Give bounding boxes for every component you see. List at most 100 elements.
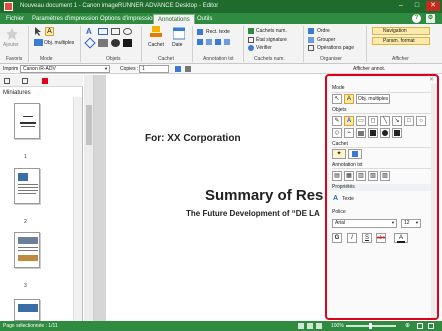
cachets-num-button[interactable]: Cachets num. <box>256 28 287 34</box>
navigation-button[interactable]: Navigation <box>372 27 430 35</box>
fit-page-icon[interactable] <box>417 323 423 329</box>
panel-textbox-icon[interactable]: ▭ <box>356 116 366 126</box>
view-double-icon[interactable] <box>307 323 313 329</box>
ellipse-filled-icon[interactable] <box>111 39 120 47</box>
panel-line-icon[interactable]: ╲ <box>380 116 390 126</box>
panel-annot-icon-4[interactable]: ▧ <box>368 171 378 181</box>
date-stamp-icon[interactable] <box>173 26 185 40</box>
zoom-in-icon[interactable]: ⊕ <box>405 322 410 329</box>
zoom-slider-knob[interactable] <box>369 323 372 329</box>
font-size-select[interactable]: 12 ▼ <box>401 219 421 228</box>
stamp-icon[interactable] <box>149 26 163 40</box>
comment-icon[interactable] <box>22 78 28 84</box>
panel-rectangle-icon[interactable]: □ <box>404 116 414 126</box>
bold-button[interactable]: G <box>332 233 342 243</box>
annot-icon-4[interactable] <box>224 39 230 45</box>
panel-text-tool-icon[interactable]: A <box>344 116 354 126</box>
afficher-annot-toggle[interactable]: Afficher annot. <box>353 66 385 72</box>
tab-fichier[interactable]: Fichier <box>2 14 28 24</box>
thumbnail-page-4[interactable] <box>14 299 40 321</box>
tab-outils[interactable]: Outils <box>193 14 216 24</box>
minimize-button[interactable]: – <box>394 1 408 11</box>
panel-text-select-icon[interactable]: A <box>344 94 354 104</box>
textbox-icon[interactable] <box>98 28 108 35</box>
panel-polygon-icon[interactable] <box>392 128 402 138</box>
print-settings-icon[interactable] <box>185 66 191 72</box>
view-single-icon[interactable] <box>298 323 304 329</box>
cursor-icon[interactable] <box>34 27 43 36</box>
panel-eraser-icon[interactable]: ◇ <box>332 128 342 138</box>
scroll-thumb[interactable] <box>86 105 92 145</box>
panel-annot-icon-2[interactable]: ▦ <box>344 171 354 181</box>
close-button[interactable]: ✕ <box>426 1 440 11</box>
annot-icon-3[interactable] <box>215 39 221 45</box>
thumbnail-scrollbar[interactable] <box>73 97 82 321</box>
digital-stamp-icon[interactable] <box>248 28 254 34</box>
panel-annot-icon-3[interactable]: ▥ <box>356 171 366 181</box>
polygon-icon[interactable] <box>123 39 132 47</box>
panel-annot-icon-1[interactable]: ▤ <box>332 171 342 181</box>
panel-rect-filled-icon[interactable] <box>356 128 366 138</box>
verifier-button[interactable]: Vérifier <box>256 45 272 51</box>
signature-status-icon[interactable] <box>248 37 254 43</box>
tab-annotations[interactable]: Annotations <box>153 14 195 24</box>
group-icon[interactable] <box>308 37 314 43</box>
view-continuous-icon[interactable] <box>316 323 322 329</box>
param-format-button[interactable]: Param. format <box>372 37 430 45</box>
panel-date-stamp-icon[interactable] <box>348 149 362 159</box>
thumbnail-view-icon[interactable] <box>4 78 10 84</box>
settings-icon[interactable]: ⚙ <box>426 14 435 23</box>
rect-text-icon[interactable] <box>197 29 203 35</box>
date-button[interactable]: Date <box>172 42 183 48</box>
printer-select[interactable]: Canon iR-ADV ▼ <box>20 65 110 73</box>
annot-icon-2[interactable] <box>206 39 212 45</box>
close-icon[interactable]: ✕ <box>429 76 434 83</box>
obj-multiples-button[interactable]: Obj. multiples <box>44 40 74 46</box>
panel-obj-multiples-button[interactable]: Obj. multiples <box>356 94 390 104</box>
attachment-icon[interactable] <box>42 78 48 84</box>
star-icon[interactable] <box>6 28 18 40</box>
italic-button[interactable]: I <box>347 233 357 243</box>
verify-icon[interactable] <box>248 45 254 51</box>
text-color-button[interactable]: A <box>394 233 408 243</box>
thumbnail-page-2[interactable] <box>14 168 40 204</box>
strikethrough-button[interactable]: abc <box>376 233 386 243</box>
panel-arrow-icon[interactable]: ↘ <box>392 116 402 126</box>
page-ops-icon[interactable] <box>308 45 314 51</box>
font-family-select[interactable]: Arial ▼ <box>332 219 397 228</box>
copies-input[interactable]: 1 <box>139 65 169 73</box>
underline-button[interactable]: S <box>362 233 372 243</box>
document-scrollbar[interactable] <box>84 75 94 321</box>
thumbnail-page-1[interactable] <box>14 103 40 139</box>
operations-page-button[interactable]: Opérations page <box>317 45 354 51</box>
rectangle-filled-icon[interactable] <box>98 39 108 47</box>
text-select-icon[interactable]: A <box>45 27 54 36</box>
ordre-button[interactable]: Ordre <box>317 28 330 34</box>
panel-annot-icon-5[interactable]: ▨ <box>380 171 390 181</box>
panel-stamp-icon[interactable]: ✦ <box>332 149 346 159</box>
text-tool-icon[interactable]: A <box>86 27 92 36</box>
help-icon[interactable]: ? <box>412 14 421 23</box>
pen-icon[interactable] <box>84 37 96 49</box>
order-icon[interactable] <box>308 28 314 34</box>
rect-texte-button[interactable]: Rect. texte <box>206 29 230 35</box>
cachet-button[interactable]: Cachet <box>148 42 164 48</box>
panel-square-filled-icon[interactable] <box>368 128 378 138</box>
maximize-button[interactable]: □ <box>410 1 424 11</box>
multi-object-icon[interactable] <box>34 39 43 46</box>
etat-signature-button[interactable]: État signature <box>256 37 287 43</box>
panel-link-icon[interactable]: ⌁ <box>344 128 354 138</box>
panel-ellipse-filled-icon[interactable] <box>380 128 390 138</box>
ellipse-icon[interactable] <box>123 28 132 35</box>
fit-width-icon[interactable] <box>428 323 434 329</box>
callout-icon[interactable] <box>111 28 120 35</box>
panel-pen-icon[interactable]: ✎ <box>332 116 342 126</box>
tab-options-impression[interactable]: Options d'impression <box>96 14 160 24</box>
thumbnail-page-3[interactable] <box>14 232 40 268</box>
panel-callout-icon[interactable]: ◻ <box>368 116 378 126</box>
annot-icon-1[interactable] <box>197 39 203 45</box>
ajouter-button[interactable]: Ajouter <box>3 42 19 48</box>
panel-scrollbar[interactable] <box>431 84 437 318</box>
panel-cursor-icon[interactable]: ↖ <box>332 94 342 104</box>
grouper-button[interactable]: Grouper <box>317 37 335 43</box>
